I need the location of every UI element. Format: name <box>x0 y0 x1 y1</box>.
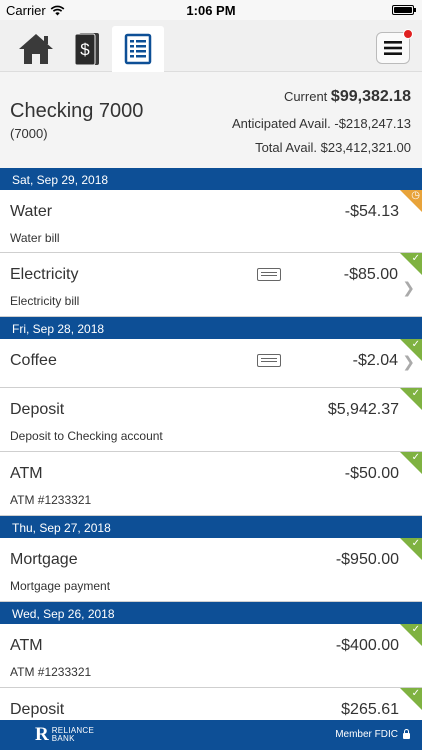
transaction-amount: -$50.00 <box>344 465 399 482</box>
transaction-description: Water bill <box>10 231 60 245</box>
transaction-amount: $265.61 <box>341 701 399 718</box>
money-icon: $ <box>74 33 99 66</box>
transaction-row[interactable]: Electricity Electricity bill -$85.00 ❯ ✓ <box>0 253 422 317</box>
transaction-row[interactable]: Water Water bill -$54.13 ◷ <box>0 190 422 253</box>
tab-home[interactable] <box>12 26 60 72</box>
transaction-list[interactable]: Sat, Sep 29, 2018 Water Water bill -$54.… <box>0 168 422 720</box>
member-fdic: Member FDIC <box>335 729 410 740</box>
account-number: (7000) <box>10 126 48 141</box>
tab-bar: $ <box>0 20 422 72</box>
date-header: Fri, Sep 28, 2018 <box>0 317 422 339</box>
status-time: 1:06 PM <box>186 3 236 18</box>
statement-icon <box>124 33 152 65</box>
logo-text: RELIANCE BANK <box>52 727 94 743</box>
transaction-amount: -$54.13 <box>344 203 399 220</box>
transaction-row[interactable]: Deposit Deposit to Checking account $5,9… <box>0 388 422 452</box>
transaction-title: Electricity <box>10 266 79 283</box>
logo-line2: BANK <box>51 734 75 743</box>
anticipated-balance: Anticipated Avail. -$218,247.13 <box>232 116 411 131</box>
transaction-amount: -$2.04 <box>352 352 398 369</box>
chevron-right-icon: ❯ <box>402 279 415 297</box>
transaction-title: Deposit <box>10 401 65 418</box>
total-balance-label: Total Avail. <box>255 140 317 155</box>
svg-text:$: $ <box>80 40 90 59</box>
anticipated-balance-label: Anticipated Avail. <box>231 116 331 131</box>
account-header: Checking 7000 (7000) Current $99,382.18 … <box>0 72 422 168</box>
date-header: Wed, Sep 26, 2018 <box>0 602 422 624</box>
transaction-description: Deposit to Checking account <box>10 429 163 443</box>
transaction-row[interactable]: ATM ATM #1233321 -$400.00 ✓ <box>0 624 422 688</box>
notification-dot <box>403 29 413 39</box>
transaction-row[interactable]: Coffee -$2.04 ❯ ✓ <box>0 339 422 388</box>
transaction-title: Deposit <box>10 701 65 718</box>
account-name: Checking 7000 <box>10 100 144 122</box>
member-fdic-label: Member FDIC <box>335 729 398 740</box>
current-balance-label: Current <box>283 89 328 104</box>
clock-icon: ◷ <box>411 190 420 201</box>
transaction-title: Mortgage <box>10 551 78 568</box>
transaction-description: Electricity bill <box>10 294 80 308</box>
checkmark-icon: ✓ <box>411 624 420 635</box>
battery-icon <box>392 5 416 15</box>
date-header: Thu, Sep 27, 2018 <box>0 516 422 538</box>
current-balance: Current $99,382.18 <box>284 88 411 106</box>
transaction-row[interactable]: Mortgage Mortgage payment -$950.00 ✓ <box>0 538 422 602</box>
checkmark-icon: ✓ <box>411 339 420 350</box>
checkmark-icon: ✓ <box>411 452 420 463</box>
hamburger-icon <box>384 41 402 55</box>
tab-statement[interactable] <box>112 26 164 72</box>
receipt-icon[interactable] <box>257 354 281 367</box>
transaction-amount: -$85.00 <box>343 266 398 283</box>
transaction-description: ATM #1233321 <box>10 665 92 679</box>
status-bar: Carrier 1:06 PM <box>0 0 422 20</box>
transaction-description: ATM #1233321 <box>10 493 92 507</box>
bank-logo: R RELIANCE BANK <box>35 724 94 745</box>
tab-accounts[interactable]: $ <box>62 26 110 72</box>
home-icon <box>19 34 53 64</box>
transaction-title: ATM <box>10 465 43 482</box>
transaction-row[interactable]: Deposit $265.61 ✓ <box>0 688 422 720</box>
transaction-amount: -$950.00 <box>335 551 399 568</box>
date-header: Sat, Sep 29, 2018 <box>0 168 422 190</box>
lock-icon <box>403 729 410 739</box>
transaction-title: Coffee <box>10 352 57 369</box>
checkmark-icon: ✓ <box>411 388 420 399</box>
transaction-amount: $5,942.37 <box>327 401 399 418</box>
checkmark-icon: ✓ <box>411 538 420 549</box>
transaction-title: Water <box>10 203 53 220</box>
anticipated-balance-value: -$218,247.13 <box>334 116 411 131</box>
checkmark-icon: ✓ <box>411 253 420 264</box>
checkmark-icon: ✓ <box>411 688 420 699</box>
transaction-amount: -$400.00 <box>335 637 399 654</box>
transaction-description: Mortgage payment <box>10 579 111 593</box>
logo-mark: R <box>35 724 49 745</box>
receipt-icon[interactable] <box>257 268 281 281</box>
footer: R RELIANCE BANK Member FDIC <box>0 720 422 750</box>
transaction-row[interactable]: ATM ATM #1233321 -$50.00 ✓ <box>0 452 422 516</box>
current-balance-value: $99,382.18 <box>330 88 411 105</box>
total-balance: Total Avail. $23,412,321.00 <box>255 140 411 155</box>
total-balance-value: $23,412,321.00 <box>320 140 411 155</box>
menu-button[interactable] <box>376 29 413 64</box>
transaction-title: ATM <box>10 637 43 654</box>
